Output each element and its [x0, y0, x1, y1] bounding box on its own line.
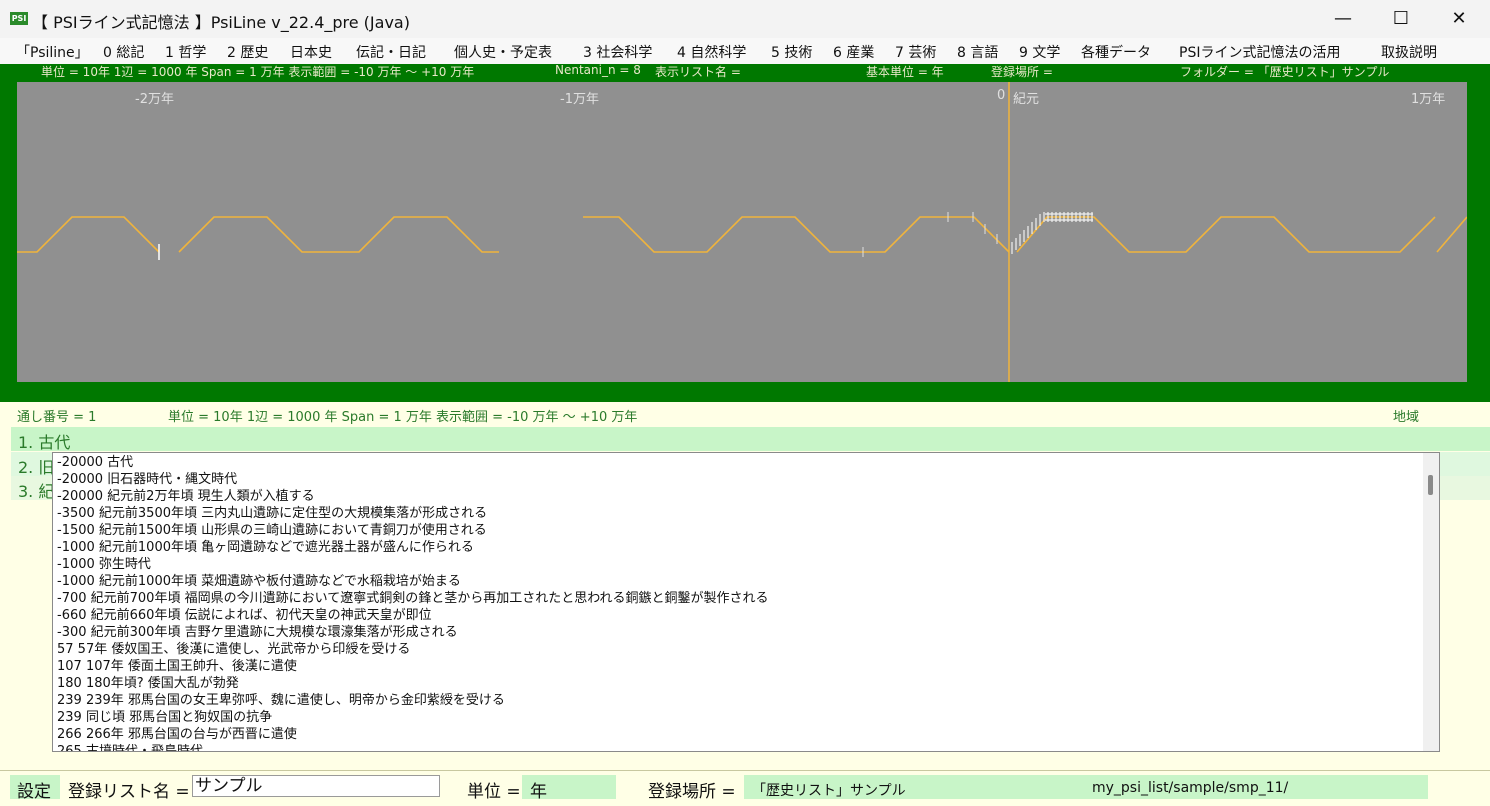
close-button[interactable]: ✕ [1430, 0, 1488, 38]
menu-usage[interactable]: PSIライン式記憶法の活用 [1179, 42, 1340, 62]
menu-philosophy[interactable]: 1 哲学 [165, 42, 206, 62]
graph-base-unit: 基本単位 = 年 [866, 65, 944, 79]
list-item[interactable]: 239 同じ頃 邪馬台国と狗奴国の抗争 [57, 710, 272, 726]
list-item[interactable]: -300 紀元前300年頃 吉野ケ里遺跡に大規模な環濠集落が形成される [57, 625, 458, 641]
psi-line-path-5 [1436, 216, 1467, 253]
menu-manual[interactable]: 取扱説明 [1381, 42, 1437, 62]
menu-data[interactable]: 各種データ [1081, 42, 1151, 62]
region-label: 地域 [1393, 410, 1420, 425]
list-item[interactable]: 239 239年 邪馬台国の女王卑弥呼、魏に遣使し、明帝から金印紫綬を受ける [57, 693, 505, 709]
menu-technology[interactable]: 5 技術 [771, 42, 812, 62]
menu-bar: 「Psiline」 0 総記 1 哲学 2 歴史 日本史 伝記・日記 個人史・予… [0, 38, 1490, 64]
list-item[interactable]: -1000 紀元前1000年頃 亀ヶ岡遺跡などで遮光器土器が盛んに作られる [57, 540, 474, 556]
list-item[interactable]: 265 古墳時代・飛鳥時代 [57, 744, 203, 751]
menu-personal-history[interactable]: 個人史・予定表 [454, 42, 552, 62]
menu-general[interactable]: 0 総記 [103, 42, 144, 62]
menu-psiline[interactable]: 「Psiline」 [16, 42, 89, 62]
psi-line-path-4 [1016, 216, 1436, 253]
event-mark-cluster [1011, 212, 1093, 254]
title-bar: PSI 【 PSIライン式記憶法 】PsiLine v_22.4_pre (Ja… [0, 0, 1490, 38]
menu-natural-science[interactable]: 4 自然科学 [677, 42, 746, 62]
category-row-ancient[interactable]: 1. 古代 [11, 427, 1490, 452]
list-item[interactable]: 266 266年 邪馬台国の台与が西晋に遣使 [57, 727, 297, 743]
list-item[interactable]: -1000 弥生時代 [57, 557, 151, 573]
unit-label: 単位 = [467, 782, 521, 802]
list-item[interactable]: -700 紀元前700年頃 福岡県の今川遺跡において遼寧式銅剣の鋒と茎から再加工… [57, 591, 769, 607]
category-label: 3. 紀 [18, 482, 55, 501]
menu-history[interactable]: 2 歴史 [227, 42, 268, 62]
graph-unit-info: 単位 = 10年 1辺 = 1000 年 Span = 1 万年 表示範囲 = … [41, 65, 475, 79]
list-scrollbar[interactable] [1423, 453, 1439, 751]
graph-frame: 単位 = 10年 1辺 = 1000 年 Span = 1 万年 表示範囲 = … [0, 63, 1490, 402]
location-value: 「歴史リスト」サンプル [752, 783, 906, 799]
graph-location: 登録場所 = [991, 65, 1053, 79]
menu-language[interactable]: 8 言語 [957, 42, 998, 62]
graph-list-name: 表示リスト名 = [655, 65, 741, 79]
category-label: 1. 古代 [18, 433, 71, 452]
window-title: 【 PSIライン式記憶法 】PsiLine v_22.4_pre (Java) [32, 13, 410, 32]
psi-line-graph[interactable]: -2万年 -1万年 0 紀元 1万年 [17, 82, 1467, 382]
list-item[interactable]: -3500 紀元前3500年頃 三内丸山遺跡に定住型の大規模集落が形成される [57, 506, 487, 522]
event-list[interactable]: -20000 古代 -20000 旧石器時代・縄文時代 -20000 紀元前2万… [52, 452, 1440, 752]
list-item[interactable]: 107 107年 倭面土国王帥升、後漢に遣使 [57, 659, 297, 675]
menu-industry[interactable]: 6 産業 [833, 42, 874, 62]
menu-arts[interactable]: 7 芸術 [895, 42, 936, 62]
list-item[interactable]: -20000 紀元前2万年頃 現生人類が入植する [57, 489, 315, 505]
maximize-button[interactable]: ☐ [1372, 0, 1430, 38]
list-item[interactable]: -1500 紀元前1500年頃 山形県の三崎山遺跡において青銅刀が使用される [57, 523, 487, 539]
menu-social-science[interactable]: 3 社会科学 [583, 42, 652, 62]
list-name-label: 登録リスト名 = [68, 782, 190, 802]
settings-button[interactable]: 設定 [17, 777, 51, 802]
location-path: my_psi_list/sample/smp_11/ [1092, 780, 1289, 796]
psi-line-path-2 [178, 216, 499, 253]
unit-value: 年 [530, 782, 547, 802]
psi-line-canvas [17, 82, 1467, 382]
serial-number: 通し番号 = 1 [17, 410, 97, 425]
psi-line-path-1 [17, 216, 160, 253]
app-icon: PSI [10, 12, 28, 25]
graph-nentani: Nentani_n = 8 [555, 63, 641, 77]
list-item[interactable]: 57 57年 倭奴国王、後漢に遣使し、光武帝から印綬を受ける [57, 642, 410, 658]
list-name-input[interactable] [192, 775, 440, 797]
list-item[interactable]: 180 180年頃? 倭国大乱が勃発 [57, 676, 239, 692]
psi-line-path-3 [583, 216, 1010, 253]
minimize-button[interactable]: — [1314, 0, 1372, 38]
settings-bar: 設定 登録リスト名 = 単位 = 年 登録場所 = 「歴史リスト」サンプル my… [0, 770, 1490, 806]
list-item[interactable]: -660 紀元前660年頃 伝説によれば、初代天皇の神武天皇が即位 [57, 608, 432, 624]
list-item[interactable]: -1000 紀元前1000年頃 菜畑遺跡や板付遺跡などで水稲栽培が始まる [57, 574, 461, 590]
menu-japanese-history[interactable]: 日本史 [290, 42, 332, 62]
category-label: 2. 旧 [18, 458, 55, 477]
scroll-thumb[interactable] [1428, 475, 1433, 495]
status-unit-info: 単位 = 10年 1辺 = 1000 年 Span = 1 万年 表示範囲 = … [168, 410, 638, 425]
menu-biography[interactable]: 伝記・日記 [356, 42, 426, 62]
list-item[interactable]: -20000 古代 [57, 455, 133, 471]
menu-literature[interactable]: 9 文学 [1019, 42, 1060, 62]
list-item[interactable]: -20000 旧石器時代・縄文時代 [57, 472, 237, 488]
location-label: 登録場所 = [648, 782, 736, 802]
graph-folder: フォルダー = 「歴史リスト」サンプル [1180, 65, 1390, 79]
